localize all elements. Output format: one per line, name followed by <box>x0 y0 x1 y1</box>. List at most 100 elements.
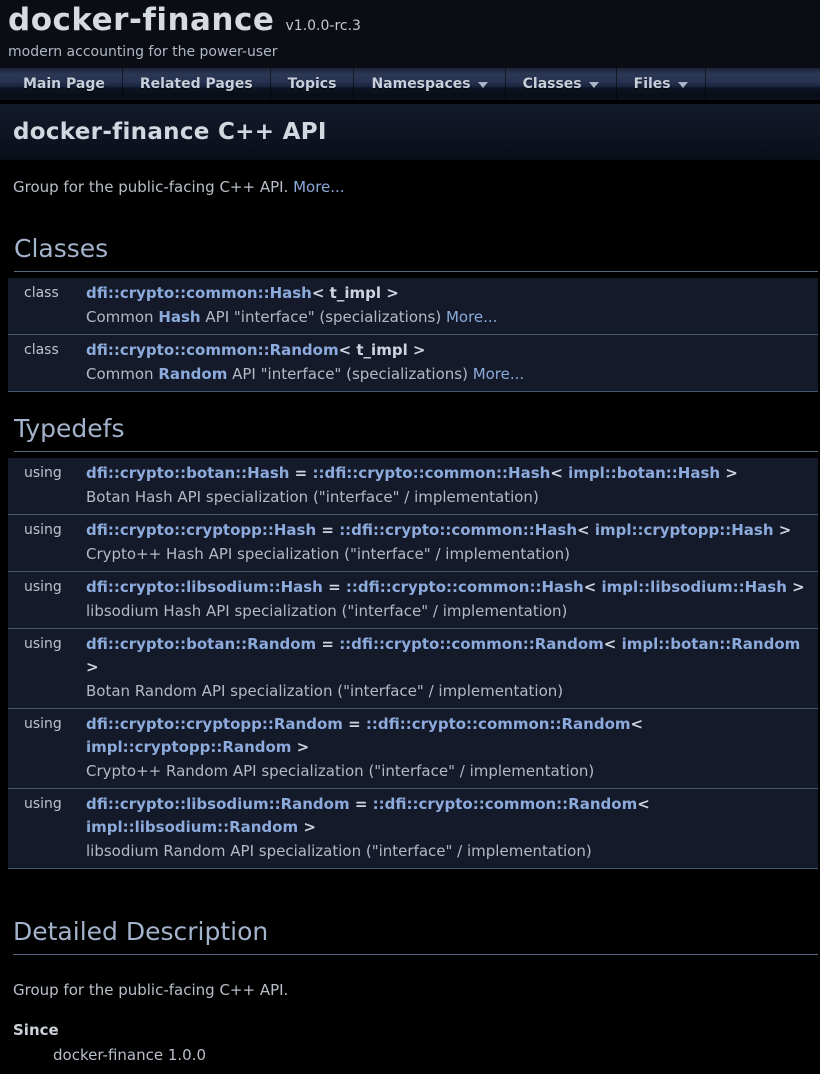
page-content: Group for the public-facing C++ API. Mor… <box>0 161 820 1074</box>
member-name: dfi::crypto::common::Hash< t_impl > <box>86 282 810 305</box>
template-close: > <box>787 578 805 596</box>
class-link[interactable]: dfi::crypto::common::Hash <box>86 284 312 302</box>
table-row: using dfi::crypto::cryptopp::Hash = ::df… <box>8 515 818 571</box>
equals-operator: = <box>316 635 339 653</box>
typedefs-heading: Typedefs <box>14 414 818 452</box>
table-row: class dfi::crypto::common::Hash< t_impl … <box>8 278 818 334</box>
member-name: dfi::crypto::botan::Random = ::dfi::cryp… <box>86 633 810 679</box>
row-separator <box>8 868 818 869</box>
since-block: Since docker-finance 1.0.0 <box>0 999 820 1064</box>
typedef-link[interactable]: dfi::crypto::cryptopp::Hash <box>86 521 316 539</box>
template-close: > <box>86 658 99 676</box>
main-navbar: Main Page Related Pages Topics Namespace… <box>0 68 820 101</box>
impl-type-link[interactable]: impl::cryptopp::Random <box>86 738 291 756</box>
project-header: docker-finance v1.0.0-rc.3 modern accoun… <box>0 0 820 68</box>
table-row: class dfi::crypto::common::Random< t_imp… <box>8 335 818 391</box>
typedef-link[interactable]: dfi::crypto::botan::Hash <box>86 464 289 482</box>
member-description: libsodium Hash API specialization ("inte… <box>86 599 810 623</box>
nav-item-label: Related Pages <box>140 76 253 92</box>
member-kind: using <box>8 633 86 703</box>
nav-item-label: Topics <box>288 76 337 92</box>
member-description: Crypto++ Random API specialization ("int… <box>86 759 810 783</box>
equals-operator: = <box>343 715 366 733</box>
member-name: dfi::crypto::common::Random< t_impl > <box>86 339 810 362</box>
since-label: Since <box>13 1021 807 1039</box>
project-title: docker-finance <box>8 2 274 38</box>
table-row: using dfi::crypto::libsodium::Random = :… <box>8 789 818 868</box>
typedef-link[interactable]: dfi::crypto::cryptopp::Random <box>86 715 343 733</box>
impl-type-link[interactable]: impl::botan::Hash <box>568 464 720 482</box>
target-type-link[interactable]: ::dfi::crypto::common::Random <box>339 635 604 653</box>
target-type-link[interactable]: ::dfi::crypto::common::Random <box>366 715 631 733</box>
target-type-link[interactable]: ::dfi::crypto::common::Hash <box>346 578 584 596</box>
nav-item-namespaces[interactable]: Namespaces <box>354 68 505 100</box>
member-description: Botan Hash API specialization ("interfac… <box>86 485 810 509</box>
member-description: Common Random API "interface" (specializ… <box>86 362 810 386</box>
template-args: < t_impl > <box>339 341 426 359</box>
member-name: dfi::crypto::libsodium::Random = ::dfi::… <box>86 793 810 839</box>
nav-item-label: Namespaces <box>371 76 470 92</box>
nav-item-related-pages[interactable]: Related Pages <box>123 68 271 100</box>
nav-item-label: Main Page <box>23 76 105 92</box>
target-type-link[interactable]: ::dfi::crypto::common::Hash <box>339 521 577 539</box>
classes-table: class dfi::crypto::common::Hash< t_impl … <box>8 278 818 392</box>
table-row: using dfi::crypto::cryptopp::Random = ::… <box>8 709 818 788</box>
member-kind: class <box>8 339 86 386</box>
row-separator <box>8 391 818 392</box>
impl-type-link[interactable]: impl::botan::Random <box>622 635 801 653</box>
member-kind: class <box>8 282 86 329</box>
typedef-link[interactable]: dfi::crypto::libsodium::Random <box>86 795 350 813</box>
template-open: < <box>631 715 644 733</box>
member-description: libsodium Random API specialization ("in… <box>86 839 810 863</box>
detailed-description-text: Group for the public-facing C++ API. <box>0 961 820 999</box>
intro-text: Group for the public-facing C++ API. <box>13 178 293 196</box>
nav-item-files[interactable]: Files <box>617 68 706 100</box>
desc-text: API "interface" (specializations) <box>227 365 472 383</box>
project-tagline: modern accounting for the power-user <box>8 44 820 60</box>
nav-item-label: Files <box>634 76 671 92</box>
impl-type-link[interactable]: impl::libsodium::Hash <box>602 578 787 596</box>
class-link[interactable]: Random <box>158 365 227 383</box>
desc-text: Common <box>86 308 158 326</box>
nav-item-topics[interactable]: Topics <box>271 68 355 100</box>
chevron-down-icon <box>478 82 488 88</box>
member-kind: using <box>8 793 86 863</box>
template-close: > <box>774 521 792 539</box>
desc-text: API "interface" (specializations) <box>201 308 446 326</box>
template-open: < <box>604 635 622 653</box>
class-link[interactable]: dfi::crypto::common::Random <box>86 341 339 359</box>
table-row: using dfi::crypto::libsodium::Hash = ::d… <box>8 572 818 628</box>
table-row: using dfi::crypto::botan::Hash = ::dfi::… <box>8 458 818 514</box>
impl-type-link[interactable]: impl::cryptopp::Hash <box>595 521 774 539</box>
chevron-down-icon <box>678 82 688 88</box>
table-row: using dfi::crypto::botan::Random = ::dfi… <box>8 629 818 708</box>
equals-operator: = <box>316 521 339 539</box>
member-kind: using <box>8 576 86 623</box>
group-intro: Group for the public-facing C++ API. Mor… <box>0 161 820 196</box>
member-description: Common Hash API "interface" (specializat… <box>86 305 810 329</box>
desc-text: Common <box>86 365 158 383</box>
member-description: Crypto++ Hash API specialization ("inter… <box>86 542 810 566</box>
template-open: < <box>577 521 595 539</box>
page-title: docker-finance C++ API <box>13 119 327 145</box>
more-link[interactable]: More... <box>473 365 525 383</box>
chevron-down-icon <box>589 82 599 88</box>
template-close: > <box>291 738 309 756</box>
typedef-link[interactable]: dfi::crypto::botan::Random <box>86 635 316 653</box>
class-link[interactable]: Hash <box>158 308 200 326</box>
more-link[interactable]: More... <box>446 308 498 326</box>
template-open: < <box>550 464 568 482</box>
typedef-link[interactable]: dfi::crypto::libsodium::Hash <box>86 578 323 596</box>
nav-item-label: Classes <box>523 76 582 92</box>
member-name: dfi::crypto::libsodium::Hash = ::dfi::cr… <box>86 576 810 599</box>
target-type-link[interactable]: ::dfi::crypto::common::Random <box>373 795 638 813</box>
since-value: docker-finance 1.0.0 <box>13 1039 807 1064</box>
more-link[interactable]: More... <box>293 178 345 196</box>
impl-type-link[interactable]: impl::libsodium::Random <box>86 818 298 836</box>
nav-item-main-page[interactable]: Main Page <box>6 68 123 100</box>
project-version: v1.0.0-rc.3 <box>286 18 361 34</box>
member-name: dfi::crypto::cryptopp::Hash = ::dfi::cry… <box>86 519 810 542</box>
nav-item-classes[interactable]: Classes <box>506 68 617 100</box>
target-type-link[interactable]: ::dfi::crypto::common::Hash <box>312 464 550 482</box>
template-open: < <box>584 578 602 596</box>
